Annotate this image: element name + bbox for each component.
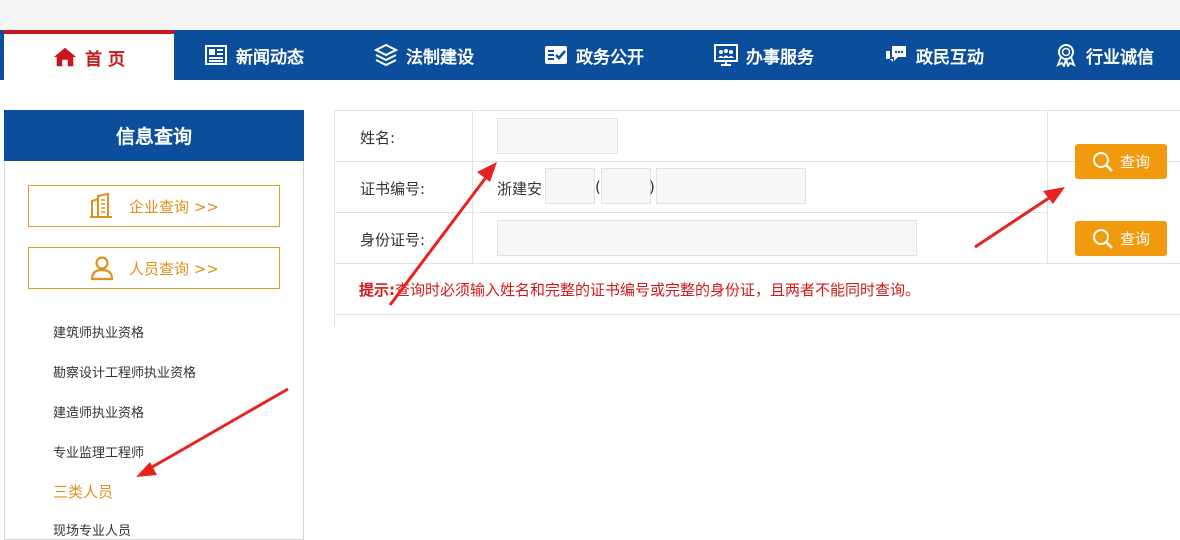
building-icon	[89, 193, 115, 219]
nav-item-label: 政务公开	[576, 47, 644, 68]
cert-paren-open: (	[595, 178, 601, 196]
sidebar-link-supervision-engineer[interactable]: 专业监理工程师	[53, 442, 144, 461]
query-button-label: 查询	[1119, 153, 1150, 171]
cert-prefix: 浙建安	[497, 180, 543, 198]
top-strip	[0, 0, 1180, 30]
nav-item-news[interactable]: 新闻动态	[204, 30, 304, 80]
sidebar-title: 信息查询	[4, 110, 304, 161]
cert-number-label: 证书编号:	[360, 180, 426, 198]
cert-part3-input[interactable]	[656, 168, 806, 204]
tip-text: 查询时必须输入姓名和完整的证书编号或完整的身份证，且两者不能同时查询。	[395, 281, 921, 299]
company-query-button[interactable]: 企业查询 >>	[28, 185, 280, 227]
chat-icon	[884, 43, 908, 67]
checkbox-card-icon	[544, 43, 568, 67]
id-number-label: 身份证号:	[360, 231, 426, 249]
nav-item-interaction[interactable]: 政民互动	[884, 30, 984, 80]
newspaper-icon	[204, 43, 228, 67]
name-input[interactable]	[497, 118, 618, 154]
search-icon	[1092, 151, 1114, 173]
home-icon	[53, 45, 77, 69]
nav-item-gov-affairs[interactable]: 政务公开	[544, 30, 644, 80]
nav-item-services[interactable]: 办事服务	[714, 30, 814, 80]
nav-item-label: 新闻动态	[236, 47, 304, 68]
tip-label: 提示:	[359, 281, 395, 299]
person-query-label: 人员查询 >>	[129, 259, 219, 278]
search-icon	[1092, 228, 1114, 250]
nav-item-label: 首 页	[85, 49, 125, 70]
cert-part2-input[interactable]	[601, 168, 651, 204]
badge-icon	[1054, 43, 1078, 67]
layers-icon	[374, 43, 398, 67]
form-row-name	[335, 111, 1180, 162]
nav-item-label: 办事服务	[746, 47, 814, 68]
people-monitor-icon	[714, 43, 738, 67]
query-by-cert-button[interactable]: 查询	[1075, 144, 1167, 179]
company-query-label: 企业查询 >>	[129, 197, 219, 216]
sidebar-link-three-types[interactable]: 三类人员	[53, 481, 113, 502]
nav-item-label: 行业诚信	[1086, 47, 1154, 68]
cert-paren-close: )	[649, 178, 655, 196]
name-label: 姓名:	[360, 129, 396, 147]
sidebar-link-survey-engineer[interactable]: 勘察设计工程师执业资格	[53, 362, 196, 381]
query-tip: 提示:查询时必须输入姓名和完整的证书编号或完整的身份证，且两者不能同时查询。	[359, 279, 920, 300]
id-number-input[interactable]	[497, 220, 917, 256]
sidebar-link-field-staff[interactable]: 现场专业人员	[53, 520, 131, 539]
nav-item-label: 法制建设	[406, 47, 474, 68]
main-navbar: 首 页 新闻动态 法制建设 政务公开 办事服务 政民互动 行业诚信	[0, 30, 1180, 80]
sidebar-link-architect[interactable]: 建筑师执业资格	[53, 322, 144, 341]
query-form: 姓名: 证书编号: 浙建安 ( ) 身份证号: 查询 查询 提示:查询时必须输入…	[334, 110, 1180, 326]
user-icon	[89, 255, 115, 281]
sidebar-link-constructor[interactable]: 建造师执业资格	[53, 402, 144, 421]
sidebar: 信息查询 企业查询 >> 人员查询 >> 建筑师执业资格 勘察设计工程师执业资格…	[4, 110, 304, 540]
nav-item-label: 政民互动	[916, 47, 984, 68]
nav-item-home[interactable]: 首 页	[4, 30, 174, 80]
cert-part1-input[interactable]	[545, 168, 595, 204]
query-button-label: 查询	[1119, 230, 1150, 248]
person-query-button[interactable]: 人员查询 >>	[28, 247, 280, 289]
nav-item-credit[interactable]: 行业诚信	[1054, 30, 1154, 80]
nav-item-legal[interactable]: 法制建设	[374, 30, 474, 80]
query-by-id-button[interactable]: 查询	[1075, 221, 1167, 256]
